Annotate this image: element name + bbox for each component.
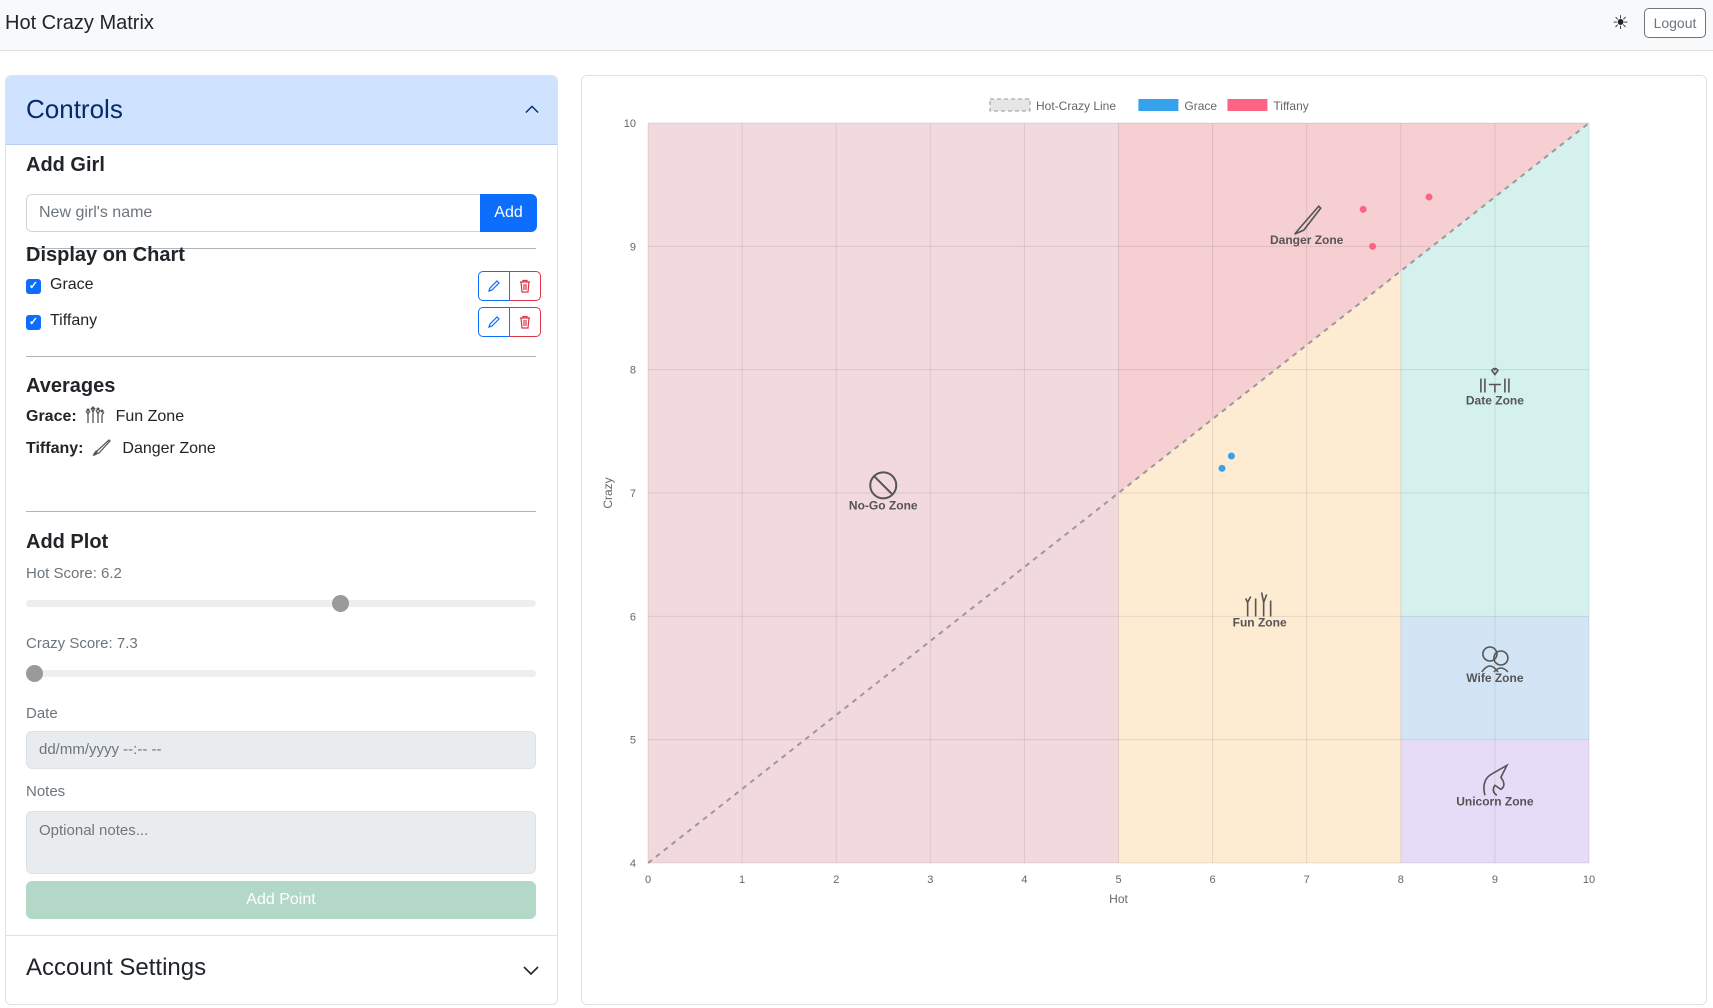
notes-textarea[interactable] <box>26 811 536 874</box>
y-tick-label: 8 <box>630 365 636 377</box>
y-tick-label: 5 <box>630 735 636 747</box>
controls-panel: Controls Add Girl Add Display on Chart ✓… <box>5 75 558 1005</box>
trash-icon <box>520 315 530 329</box>
y-tick-label: 7 <box>630 488 636 500</box>
controls-title: Controls <box>26 94 123 124</box>
chart-card: 0 1 2 3 4 5 6 7 8 9 10 4 5 6 7 8 9 10 Hot Crazy No-Go Zone Da… <box>581 75 1707 1005</box>
tiffany-data-point <box>1425 193 1433 201</box>
x-tick-label: 10 <box>1583 874 1595 886</box>
girl-name-grace: Grace <box>50 276 94 293</box>
y-tick-label: 10 <box>624 118 636 130</box>
date-label: Date <box>26 705 58 722</box>
crazy-slider-thumb[interactable] <box>26 665 43 682</box>
add-girl-heading: Add Girl <box>26 154 105 176</box>
divider <box>26 356 536 357</box>
zone-label: Fun Zone <box>1233 616 1287 630</box>
average-grace: Grace: Fun Zone <box>26 406 184 426</box>
girl-row-grace: ✓ Grace <box>26 271 541 301</box>
x-axis-label: Hot <box>1109 892 1128 906</box>
legend-label: Tiffany <box>1273 99 1308 113</box>
legend-label: Grace <box>1184 99 1217 113</box>
legend-swatch <box>989 98 1031 112</box>
zone-label: Danger Zone <box>1270 233 1344 247</box>
delete-grace-button[interactable] <box>509 271 541 301</box>
trash-icon <box>520 279 530 293</box>
chevron-up-icon[interactable] <box>525 102 539 116</box>
date-input[interactable]: dd/mm/yyyy --:-- -- <box>26 731 536 769</box>
add-plot-heading: Add Plot <box>26 531 109 553</box>
y-tick-label: 6 <box>630 611 636 623</box>
x-tick-label: 7 <box>1304 874 1310 886</box>
crazy-score-slider[interactable] <box>26 665 536 682</box>
legend-label: Hot-Crazy Line <box>1036 99 1116 113</box>
tiffany-checkbox[interactable]: ✓ <box>26 315 41 330</box>
add-point-button[interactable]: Add Point <box>26 881 536 919</box>
zone-label: Wife Zone <box>1466 671 1524 685</box>
fun-zone-icon <box>85 406 105 423</box>
y-tick-label: 4 <box>630 858 636 870</box>
x-tick-label: 5 <box>1115 874 1121 886</box>
averages-heading: Averages <box>26 375 116 397</box>
controls-accordion-header[interactable]: Controls <box>6 76 557 145</box>
pencil-icon <box>488 280 500 292</box>
x-tick-label: 3 <box>927 874 933 886</box>
average-name: Tiffany: <box>26 440 84 457</box>
account-settings-title: Account Settings <box>26 954 207 981</box>
hot-slider-thumb[interactable] <box>331 595 349 612</box>
girl-name-tiffany: Tiffany <box>50 312 98 329</box>
notes-label: Notes <box>26 783 66 800</box>
edit-tiffany-button[interactable] <box>478 307 510 337</box>
y-tick-label: 9 <box>630 241 636 253</box>
hot-score-label: Hot Score: 6.2 <box>26 565 122 582</box>
legend-swatch <box>1138 99 1179 111</box>
tiffany-data-point <box>1369 242 1377 250</box>
add-girl-button[interactable]: Add <box>480 194 537 232</box>
app-title: Hot Crazy Matrix <box>5 12 154 34</box>
x-tick-label: 2 <box>833 874 839 886</box>
average-name: Grace: <box>26 408 77 425</box>
hot-score-slider[interactable] <box>26 595 536 612</box>
grace-data-point <box>1218 464 1226 472</box>
chevron-down-icon[interactable] <box>523 964 539 976</box>
y-axis-label: Crazy <box>601 477 615 508</box>
divider <box>26 511 536 512</box>
average-zone: Fun Zone <box>115 408 185 425</box>
x-tick-label: 9 <box>1492 874 1498 886</box>
zone-label: Date Zone <box>1466 394 1524 408</box>
account-settings-accordion-header[interactable]: Account Settings <box>6 935 557 1004</box>
girl-row-tiffany: ✓ Tiffany <box>26 307 541 337</box>
tiffany-data-point <box>1359 205 1367 213</box>
legend-swatch <box>1227 99 1268 111</box>
x-tick-label: 4 <box>1021 874 1027 886</box>
girl-name-input[interactable] <box>26 194 481 232</box>
edit-grace-button[interactable] <box>478 271 510 301</box>
zone-label: Unicorn Zone <box>1456 794 1534 808</box>
top-navbar: Hot Crazy Matrix ☀ Logout <box>0 0 1713 51</box>
x-tick-label: 6 <box>1210 874 1216 886</box>
hot-crazy-chart[interactable]: 0 1 2 3 4 5 6 7 8 9 10 4 5 6 7 8 9 10 Hot Crazy No-Go Zone Da… <box>582 76 1708 1006</box>
grace-checkbox[interactable]: ✓ <box>26 279 41 294</box>
zone-label: No-Go Zone <box>849 498 918 512</box>
delete-tiffany-button[interactable] <box>509 307 541 337</box>
average-zone: Danger Zone <box>122 440 216 457</box>
display-heading: Display on Chart <box>26 244 185 266</box>
pencil-icon <box>488 316 500 328</box>
average-tiffany: Tiffany: Danger Zone <box>26 438 216 458</box>
x-tick-label: 0 <box>645 874 651 886</box>
theme-toggle-sun-icon[interactable]: ☀ <box>1612 12 1629 35</box>
crazy-score-label: Crazy Score: 7.3 <box>26 635 138 652</box>
grace-data-point <box>1227 452 1235 460</box>
knife-icon <box>92 439 111 456</box>
logout-button[interactable]: Logout <box>1644 8 1706 38</box>
x-tick-label: 8 <box>1398 874 1404 886</box>
x-tick-label: 1 <box>739 874 745 886</box>
